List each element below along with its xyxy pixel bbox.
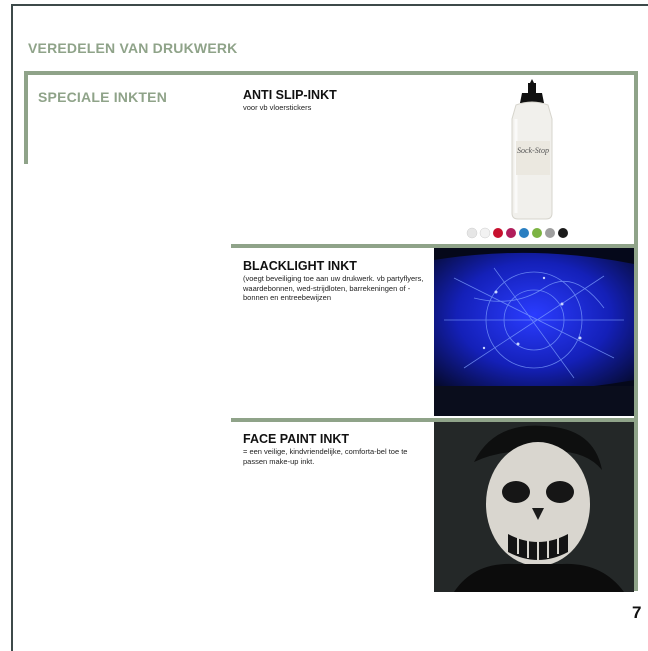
green-frame-left (24, 71, 28, 164)
page-frame-top (11, 4, 648, 6)
product-anti-slip: ANTI SLIP-INKT voor vb vloerstickers (243, 88, 425, 113)
product-name: FACE PAINT INKT (243, 432, 350, 446)
bottle-illustration: Sock-Stop (434, 75, 634, 243)
face-paint-skull-image (434, 422, 634, 592)
bottle-brand-label: Sock-Stop (517, 146, 549, 155)
product-description: voor vb vloerstickers (243, 103, 312, 112)
product-name: BLACKLIGHT INKT (243, 259, 357, 273)
face-paint-illustration (434, 422, 634, 592)
blacklight-wristband-image (434, 248, 634, 416)
page-number: 7 (632, 603, 642, 622)
product-face-paint: FACE PAINT INKT = een veilige, kindvrien… (243, 432, 425, 466)
product-description: = een veilige, kindvriendelijke, comfort… (243, 447, 408, 466)
green-frame-right (634, 71, 638, 591)
section-title: VEREDELEN VAN DRUKWERK (28, 40, 238, 56)
page-frame-left (11, 4, 13, 651)
blacklight-illustration (434, 248, 634, 416)
product-description: (voegt beveiliging toe aan uw drukwerk. … (243, 274, 424, 302)
product-name: ANTI SLIP-INKT (243, 88, 337, 102)
product-blacklight: BLACKLIGHT INKT (voegt beveiliging toe a… (243, 259, 425, 303)
anti-slip-bottle-image: Sock-Stop (434, 75, 634, 243)
category-title: SPECIALE INKTEN (38, 89, 168, 105)
